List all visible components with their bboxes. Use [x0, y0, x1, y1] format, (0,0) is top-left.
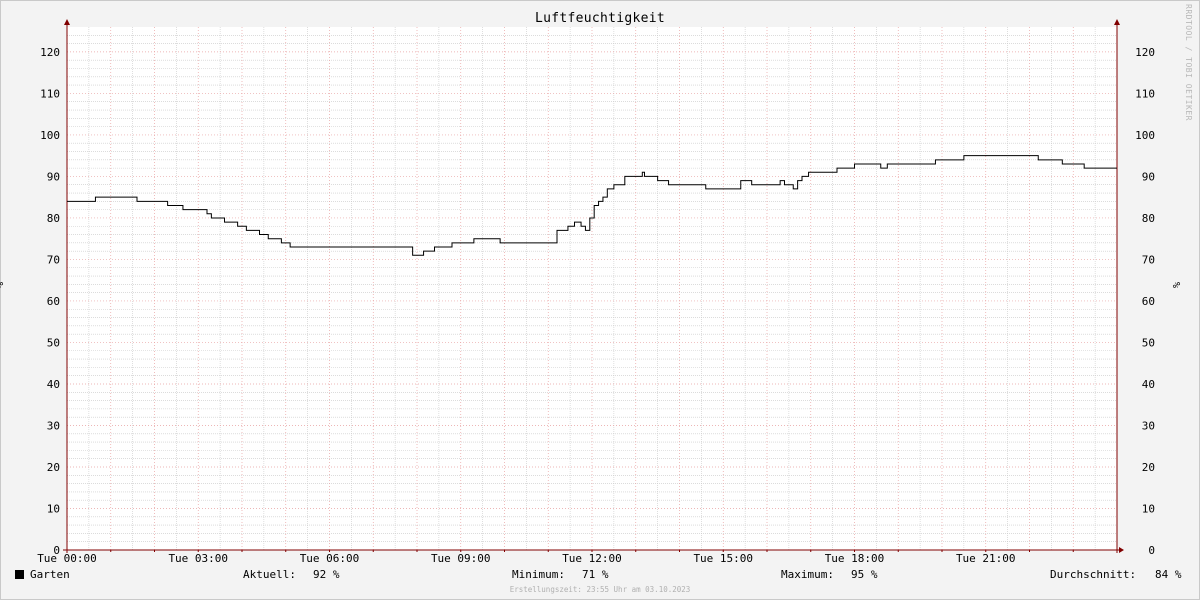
x-tick-label: Tue 00:00	[37, 552, 97, 565]
y-tick-label-left: 10	[47, 502, 60, 515]
stat-avg-label: Durchschnitt:	[1050, 568, 1137, 581]
y-tick-labels-left: 0102030405060708090100110120	[40, 46, 60, 557]
y-tick-label-left: 30	[47, 419, 60, 432]
y-tick-label-right: 80	[1142, 212, 1155, 225]
y-tick-label-left: 110	[40, 87, 60, 100]
y-tick-label-right: 20	[1142, 461, 1155, 474]
y-tick-label-left: 80	[47, 212, 60, 225]
y-tick-label-left: 70	[47, 253, 60, 266]
legend-row: Garten Aktuell: 92 % Minimum: 71 % Maxim…	[0, 568, 1200, 584]
y-tick-label-left: 50	[47, 336, 60, 349]
legend-series-name: Garten	[30, 568, 70, 581]
y-tick-label-right: 50	[1142, 336, 1155, 349]
y-tick-label-right: 110	[1135, 87, 1155, 100]
y-tick-labels-right: 0 10 20 30 40 50 60 70 80 90 100 110 120	[1135, 46, 1155, 557]
y-axis-arrow-left	[64, 19, 70, 25]
y-tick-label-right: 60	[1142, 295, 1155, 308]
y-tick-label-right: 90	[1142, 170, 1155, 183]
y-axis-arrow-right	[1114, 19, 1120, 25]
chart-plot: 0 10 20 30 40 50 60 70 80 90 100 110 120 0 10 20 30 40 50…	[37, 19, 1155, 565]
y-tick-label-left: 120	[40, 46, 60, 59]
x-tick-label: Tue 03:00	[168, 552, 228, 565]
x-tick-label: Tue 18:00	[825, 552, 885, 565]
y-tick-label-left: 40	[47, 378, 60, 391]
x-tick-label: Tue 12:00	[562, 552, 622, 565]
stat-min-label: Minimum:	[512, 568, 565, 581]
stat-min-value: 71 %	[582, 568, 609, 581]
x-tick-label: Tue 09:00	[431, 552, 491, 565]
y-tick-label-left: 100	[40, 129, 60, 142]
y-tick-label-right: 100	[1135, 129, 1155, 142]
y-tick-label-right: 70	[1142, 253, 1155, 266]
x-tick-label: Tue 06:00	[300, 552, 360, 565]
stat-max-value: 95 %	[851, 568, 878, 581]
y-tick-label-right: 10	[1142, 502, 1155, 515]
y-tick-label-left: 20	[47, 461, 60, 474]
x-tick-labels: Tue 00:00 Tue 03:00 Tue 06:00 Tue 09:00 Tue …	[37, 552, 1015, 565]
stat-current-label: Aktuell:	[243, 568, 296, 581]
y-tick-label-left: 90	[47, 170, 60, 183]
x-tick-label: Tue 15:00	[693, 552, 753, 565]
stat-max-label: Maximum:	[781, 568, 834, 581]
creation-timestamp: Erstellungszeit: 23:55 Uhr am 03.10.2023	[509, 585, 691, 594]
y-tick-label-right: 0	[1148, 544, 1155, 557]
y-tick-label-right: 30	[1142, 419, 1155, 432]
stat-avg-value: 84 %	[1155, 568, 1182, 581]
y-tick-label-right: 40	[1142, 378, 1155, 391]
x-tick-label: Tue 21:00	[956, 552, 1016, 565]
y-tick-label-left: 60	[47, 295, 60, 308]
y-tick-label-right: 120	[1135, 46, 1155, 59]
stat-current-value: 92 %	[313, 568, 340, 581]
x-axis-arrow	[1119, 547, 1124, 553]
